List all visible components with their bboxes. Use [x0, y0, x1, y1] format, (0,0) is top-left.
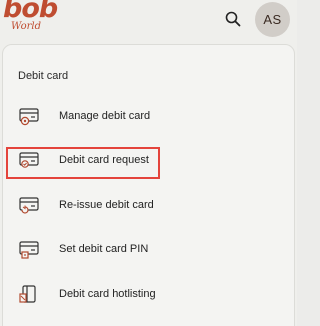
app-frame: bob World AS Debit card Manage debit car… — [0, 0, 297, 326]
menu-item-label: Debit card hotlisting — [59, 288, 156, 300]
menu-item-label: Re-issue debit card — [59, 199, 154, 211]
menu-item-label: Manage debit card — [59, 110, 151, 122]
menu-item-label: Debit card request — [59, 154, 149, 166]
brand-tagline: World — [11, 21, 41, 32]
search-icon — [225, 11, 241, 27]
card-request-icon — [19, 152, 39, 168]
menu-item-debit-card-request[interactable]: Debit card request — [3, 141, 294, 181]
card-settings-icon — [19, 108, 39, 126]
bob-world-logo[interactable]: bob World — [3, 0, 63, 40]
avatar-initials: AS — [263, 12, 282, 27]
search-button[interactable] — [222, 8, 244, 30]
menu-item-manage-debit-card[interactable]: Manage debit card — [3, 97, 294, 137]
card-hotlist-icon — [19, 285, 36, 303]
avatar[interactable]: AS — [255, 2, 290, 37]
menu-item-label: Set debit card PIN — [59, 243, 149, 255]
debit-card-menu-panel: Debit card Manage debit card Debit card … — [2, 44, 295, 326]
section-title: Debit card — [18, 70, 69, 82]
menu-item-set-debit-card-pin[interactable]: Set debit card PIN — [3, 230, 294, 270]
card-pin-icon — [19, 241, 39, 259]
menu-item-reissue-debit-card[interactable]: Re-issue debit card — [3, 186, 294, 226]
menu-item-debit-card-hotlisting[interactable]: Debit card hotlisting — [3, 275, 294, 315]
card-reissue-icon — [19, 197, 39, 214]
top-bar: bob World AS — [0, 0, 297, 44]
